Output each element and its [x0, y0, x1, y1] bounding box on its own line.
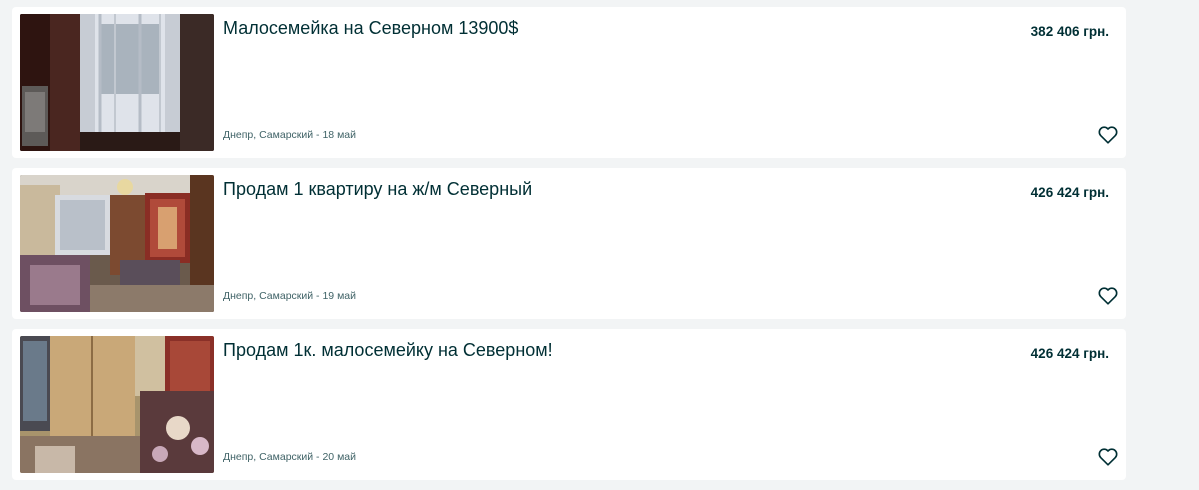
- heart-outline-icon: [1098, 126, 1118, 144]
- listing-meta: Днепр, Самарский - 20 май: [223, 451, 356, 463]
- favorite-button[interactable]: [1097, 286, 1119, 306]
- apartment-photo: [20, 14, 214, 151]
- listing-price: 382 406 грн.: [1030, 24, 1109, 39]
- listing-photo[interactable]: [20, 175, 214, 312]
- listing-date: 20 май: [322, 451, 356, 463]
- listing-card[interactable]: Продам 1 квартиру на ж/м Северный 426 42…: [12, 168, 1126, 319]
- favorite-button[interactable]: [1097, 447, 1119, 467]
- listing-card[interactable]: Малосемейка на Северном 13900$ 382 406 г…: [12, 7, 1126, 158]
- listing-list: Малосемейка на Северном 13900$ 382 406 г…: [12, 7, 1126, 490]
- listing-price: 426 424 грн.: [1030, 185, 1109, 200]
- favorite-button[interactable]: [1097, 125, 1119, 145]
- listing-date: 18 май: [322, 129, 356, 141]
- listing-location: Днепр, Самарский: [223, 451, 314, 463]
- heart-outline-icon: [1098, 287, 1118, 305]
- listing-photo[interactable]: [20, 336, 214, 473]
- listing-title[interactable]: Малосемейка на Северном 13900$: [223, 17, 518, 39]
- listing-date: 19 май: [322, 290, 356, 302]
- listing-title[interactable]: Продам 1 квартиру на ж/м Северный: [223, 178, 532, 200]
- listing-card[interactable]: Продам 1к. малосемейку на Северном! 426 …: [12, 329, 1126, 480]
- listing-meta: Днепр, Самарский - 18 май: [223, 129, 356, 141]
- listing-location: Днепр, Самарский: [223, 129, 314, 141]
- listing-title[interactable]: Продам 1к. малосемейку на Северном!: [223, 339, 553, 361]
- listing-location: Днепр, Самарский: [223, 290, 314, 302]
- listing-price: 426 424 грн.: [1030, 346, 1109, 361]
- apartment-photo: [20, 175, 214, 312]
- listing-meta: Днепр, Самарский - 19 май: [223, 290, 356, 302]
- listing-photo[interactable]: [20, 14, 214, 151]
- heart-outline-icon: [1098, 448, 1118, 466]
- apartment-photo: [20, 336, 214, 473]
